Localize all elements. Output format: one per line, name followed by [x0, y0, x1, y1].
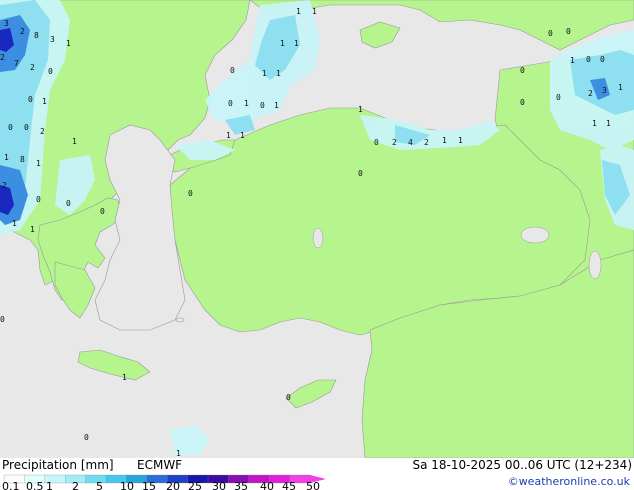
map-label: 0 — [8, 123, 13, 132]
map-label: 2 — [424, 138, 429, 147]
map-label: 0 — [520, 66, 525, 75]
legend-tick: 45 — [282, 480, 296, 490]
map-label: 1 — [66, 39, 71, 48]
precip-legend: 0.1 0.5 1 2 5 10 15 20 25 30 35 40 45 50 — [2, 474, 326, 490]
map-label: 2 — [2, 181, 7, 190]
map-label: 0 — [566, 27, 571, 36]
map-label: 0 — [286, 393, 291, 402]
map-label: 0 — [556, 93, 561, 102]
map-label: 1 — [72, 137, 77, 146]
map-label: 1 — [274, 101, 279, 110]
map-label: 1 — [12, 219, 17, 228]
map-label: 0 — [586, 55, 591, 64]
map-label: 1 — [592, 119, 597, 128]
map-label: 1 — [4, 153, 9, 162]
legend-tick: 2 — [72, 480, 79, 490]
map-label: 0 — [230, 66, 235, 75]
credit-link[interactable]: ©weatheronline.co.uk — [508, 475, 630, 488]
legend-tick: 20 — [166, 480, 180, 490]
legend-tick: 30 — [212, 480, 226, 490]
map-label: 4 — [408, 138, 413, 147]
map-label: 0 — [100, 207, 105, 216]
map-label: 3 — [602, 86, 607, 95]
map-label: 0 — [228, 99, 233, 108]
map-label: 2 — [392, 138, 397, 147]
map-label: 1 — [276, 69, 281, 78]
map-label: 0 — [48, 67, 53, 76]
map-label: 1 — [176, 449, 181, 458]
map-label: 1 — [312, 7, 317, 16]
precipitation-map: 1 1 1 1 0 1 1 0 1 0 1 1 1 1 0 2 4 2 1 1 … — [0, 0, 634, 459]
map-label: 2 — [588, 89, 593, 98]
map-label: 1 — [296, 7, 301, 16]
legend-tick: 0.5 — [26, 480, 44, 490]
map-label: 3 — [50, 35, 55, 44]
map-label: 3 — [4, 19, 9, 28]
lake-urmia — [588, 250, 602, 280]
map-label: 2 — [20, 27, 25, 36]
map-label: 0 — [600, 55, 605, 64]
legend-tick: 15 — [142, 480, 156, 490]
legend-tick: 0.1 — [2, 480, 20, 490]
map-label: 8 — [20, 155, 25, 164]
footer-bar: Precipitation [mm] ECMWF Sa 18-10-2025 0… — [0, 458, 634, 490]
legend-tick: 5 — [96, 480, 103, 490]
map-label: 1 — [442, 136, 447, 145]
map-label: 0 — [520, 98, 525, 107]
map-label: 1 — [30, 225, 35, 234]
map-label: 0 — [548, 29, 553, 38]
map-label: 1 — [244, 99, 249, 108]
map-label: 1 — [280, 39, 285, 48]
map-label: 0 — [0, 315, 5, 324]
valid-time: Sa 18-10-2025 00..06 UTC (12+234) — [412, 458, 632, 472]
map-label: 1 — [294, 39, 299, 48]
map-label: 7 — [14, 59, 19, 68]
map-label: 0 — [374, 138, 379, 147]
legend-tick: 10 — [120, 480, 134, 490]
map-label: 0 — [260, 101, 265, 110]
map-label: 1 — [240, 131, 245, 140]
map-label: 0 — [36, 195, 41, 204]
map-label: 1 — [226, 131, 231, 140]
map-label: 0 — [24, 123, 29, 132]
map-label: 1 — [36, 159, 41, 168]
legend-tick: 1 — [46, 480, 53, 490]
map-label: 1 — [570, 56, 575, 65]
map-canvas: 1 1 1 1 0 1 1 0 1 0 1 1 1 1 0 2 4 2 1 1 … — [0, 0, 634, 459]
lake — [312, 227, 324, 249]
map-label: 2 — [40, 127, 45, 136]
map-label: 0 — [28, 95, 33, 104]
map-label: 1 — [122, 373, 127, 382]
map-label: 2 — [30, 63, 35, 72]
map-label: 1 — [618, 83, 623, 92]
map-label: 1 — [42, 97, 47, 106]
legend-tick: 40 — [260, 480, 274, 490]
map-label: 2 — [0, 53, 5, 62]
legend-tick: 50 — [306, 480, 320, 490]
map-label: 1 — [458, 136, 463, 145]
map-label: 1 — [262, 69, 267, 78]
map-label: 8 — [34, 31, 39, 40]
legend-tick: 25 — [188, 480, 202, 490]
map-label: 0 — [188, 189, 193, 198]
map-label: 1 — [606, 119, 611, 128]
map-label: 0 — [66, 199, 71, 208]
map-label: 0 — [358, 169, 363, 178]
map-label: 1 — [358, 105, 363, 114]
lake-van — [520, 226, 550, 244]
legend-tick: 35 — [234, 480, 248, 490]
map-label: 0 — [84, 433, 89, 442]
